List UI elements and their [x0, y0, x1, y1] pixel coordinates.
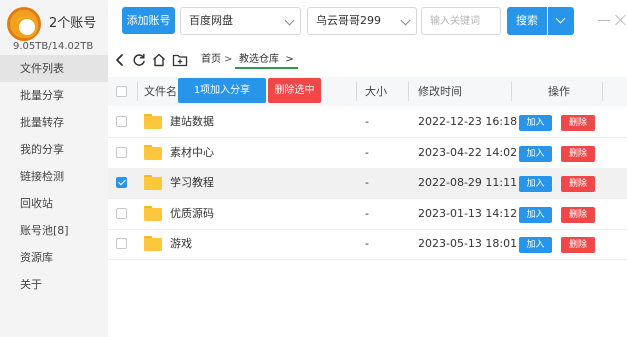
column-divider	[511, 82, 512, 101]
table-row[interactable]: 游戏 - 2023-05-13 18:01 加入 删除	[108, 229, 627, 259]
breadcrumb-home[interactable]: 首页	[201, 53, 221, 67]
row-checkbox[interactable]	[116, 147, 127, 158]
sidebar-item-my-shares[interactable]: 我的分享	[0, 136, 108, 163]
row-checkbox[interactable]	[116, 177, 127, 188]
user-select[interactable]: 乌云哥哥299	[307, 7, 417, 35]
file-name[interactable]: 游戏	[170, 229, 192, 259]
file-mtime: 2022-08-29 11:11	[418, 176, 518, 189]
sidebar-item-recycle-bin[interactable]: 回收站	[0, 190, 108, 217]
file-name[interactable]: 素材中心	[170, 138, 214, 168]
add-to-share-button[interactable]: 加入	[519, 176, 552, 192]
file-name[interactable]: 优质源码	[170, 199, 214, 229]
delete-button[interactable]: 删除	[561, 176, 595, 192]
delete-button[interactable]: 删除	[561, 146, 595, 162]
sidebar-item-link-check[interactable]: 链接检测	[0, 163, 108, 190]
file-mtime: 2023-05-13 18:01	[418, 237, 518, 250]
chevron-down-icon	[555, 13, 566, 24]
close-icon[interactable]	[614, 13, 627, 27]
file-name[interactable]: 学习教程	[170, 168, 214, 198]
file-size: -	[365, 115, 369, 128]
search-options-button[interactable]	[548, 7, 574, 35]
sidebar-item-account-pool[interactable]: 账号池[8]	[0, 217, 108, 244]
sidebar-item-resource-library[interactable]: 资源库	[0, 244, 108, 271]
file-size: -	[365, 207, 369, 220]
storage-usage: 9.05TB/14.02TB	[13, 41, 94, 52]
sidebar: 2个账号 9.05TB/14.02TB 文件列表 批量分享 批量转存 我的分享 …	[0, 0, 108, 337]
sidebar-item-about[interactable]: 关于	[0, 271, 108, 298]
table-row[interactable]: 学习教程 - 2022-08-29 11:11 加入 删除	[108, 168, 627, 198]
file-mtime: 2022-12-23 16:18	[418, 115, 518, 128]
file-name[interactable]: 建站数据	[170, 107, 214, 137]
add-to-share-button[interactable]: 加入	[519, 115, 552, 131]
breadcrumb-current[interactable]: 教选仓库 >	[235, 51, 298, 69]
account-count: 2个账号	[49, 16, 97, 31]
minimize-icon[interactable]	[598, 20, 610, 21]
user-select-value: 乌云哥哥299	[316, 14, 381, 27]
file-size: -	[365, 146, 369, 159]
delete-button[interactable]: 删除	[561, 237, 595, 253]
breadcrumb-separator-icon: >	[224, 54, 233, 65]
folder-icon	[144, 175, 162, 190]
file-size: -	[365, 237, 369, 250]
file-size: -	[365, 176, 369, 189]
breadcrumb-arrow-icon: >	[282, 54, 294, 65]
delete-button[interactable]: 删除	[561, 207, 595, 223]
sidebar-item-file-list[interactable]: 文件列表	[0, 55, 108, 82]
chevron-down-icon	[284, 15, 295, 26]
file-mtime: 2023-01-13 14:12	[418, 207, 518, 220]
disk-select[interactable]: 百度网盘	[180, 7, 301, 35]
row-checkbox[interactable]	[116, 238, 127, 249]
row-divider	[108, 259, 627, 260]
column-header-mtime[interactable]: 修改时间	[418, 77, 462, 106]
disk-select-value: 百度网盘	[189, 14, 233, 27]
sidebar-item-batch-share[interactable]: 批量分享	[0, 82, 108, 109]
folder-icon	[144, 114, 162, 129]
column-divider	[356, 82, 357, 101]
search-button[interactable]: 搜索	[507, 7, 547, 35]
new-folder-icon[interactable]	[172, 52, 188, 68]
keyword-search-input[interactable]	[421, 7, 501, 35]
breadcrumb-current-label: 教选仓库	[239, 54, 279, 65]
column-divider	[602, 82, 603, 101]
table-row[interactable]: 优质源码 - 2023-01-13 14:12 加入 删除	[108, 199, 627, 229]
row-checkbox[interactable]	[116, 208, 127, 219]
add-to-share-button[interactable]: 加入	[519, 146, 552, 162]
delete-selected-button[interactable]: 删除选中	[268, 78, 321, 103]
sidebar-menu: 文件列表 批量分享 批量转存 我的分享 链接检测 回收站 账号池[8] 资源库 …	[0, 55, 108, 298]
share-selected-button[interactable]: 1项加入分享	[178, 78, 266, 103]
table-row[interactable]: 素材中心 - 2023-04-22 14:02 加入 删除	[108, 138, 627, 168]
add-account-button[interactable]: 添加账号	[122, 7, 175, 34]
sidebar-item-batch-save[interactable]: 批量转存	[0, 109, 108, 136]
column-header-name[interactable]: 文件名	[144, 77, 177, 106]
column-divider	[137, 82, 138, 101]
back-icon[interactable]	[112, 52, 128, 68]
folder-icon	[144, 206, 162, 221]
refresh-icon[interactable]	[131, 52, 147, 68]
folder-icon	[144, 145, 162, 160]
select-all-checkbox[interactable]	[116, 86, 127, 97]
add-to-share-button[interactable]: 加入	[519, 237, 552, 253]
chevron-down-icon	[400, 15, 411, 26]
column-header-actions: 操作	[548, 85, 570, 98]
table-row[interactable]: 建站数据 - 2022-12-23 16:18 加入 删除	[108, 107, 627, 137]
row-checkbox[interactable]	[116, 116, 127, 127]
app-logo-icon	[7, 7, 41, 41]
column-header-size[interactable]: 大小	[365, 77, 387, 106]
column-divider	[408, 82, 409, 101]
folder-icon	[144, 236, 162, 251]
file-mtime: 2023-04-22 14:02	[418, 146, 518, 159]
home-icon[interactable]	[151, 52, 167, 68]
delete-button[interactable]: 删除	[561, 115, 595, 131]
add-to-share-button[interactable]: 加入	[519, 207, 552, 223]
